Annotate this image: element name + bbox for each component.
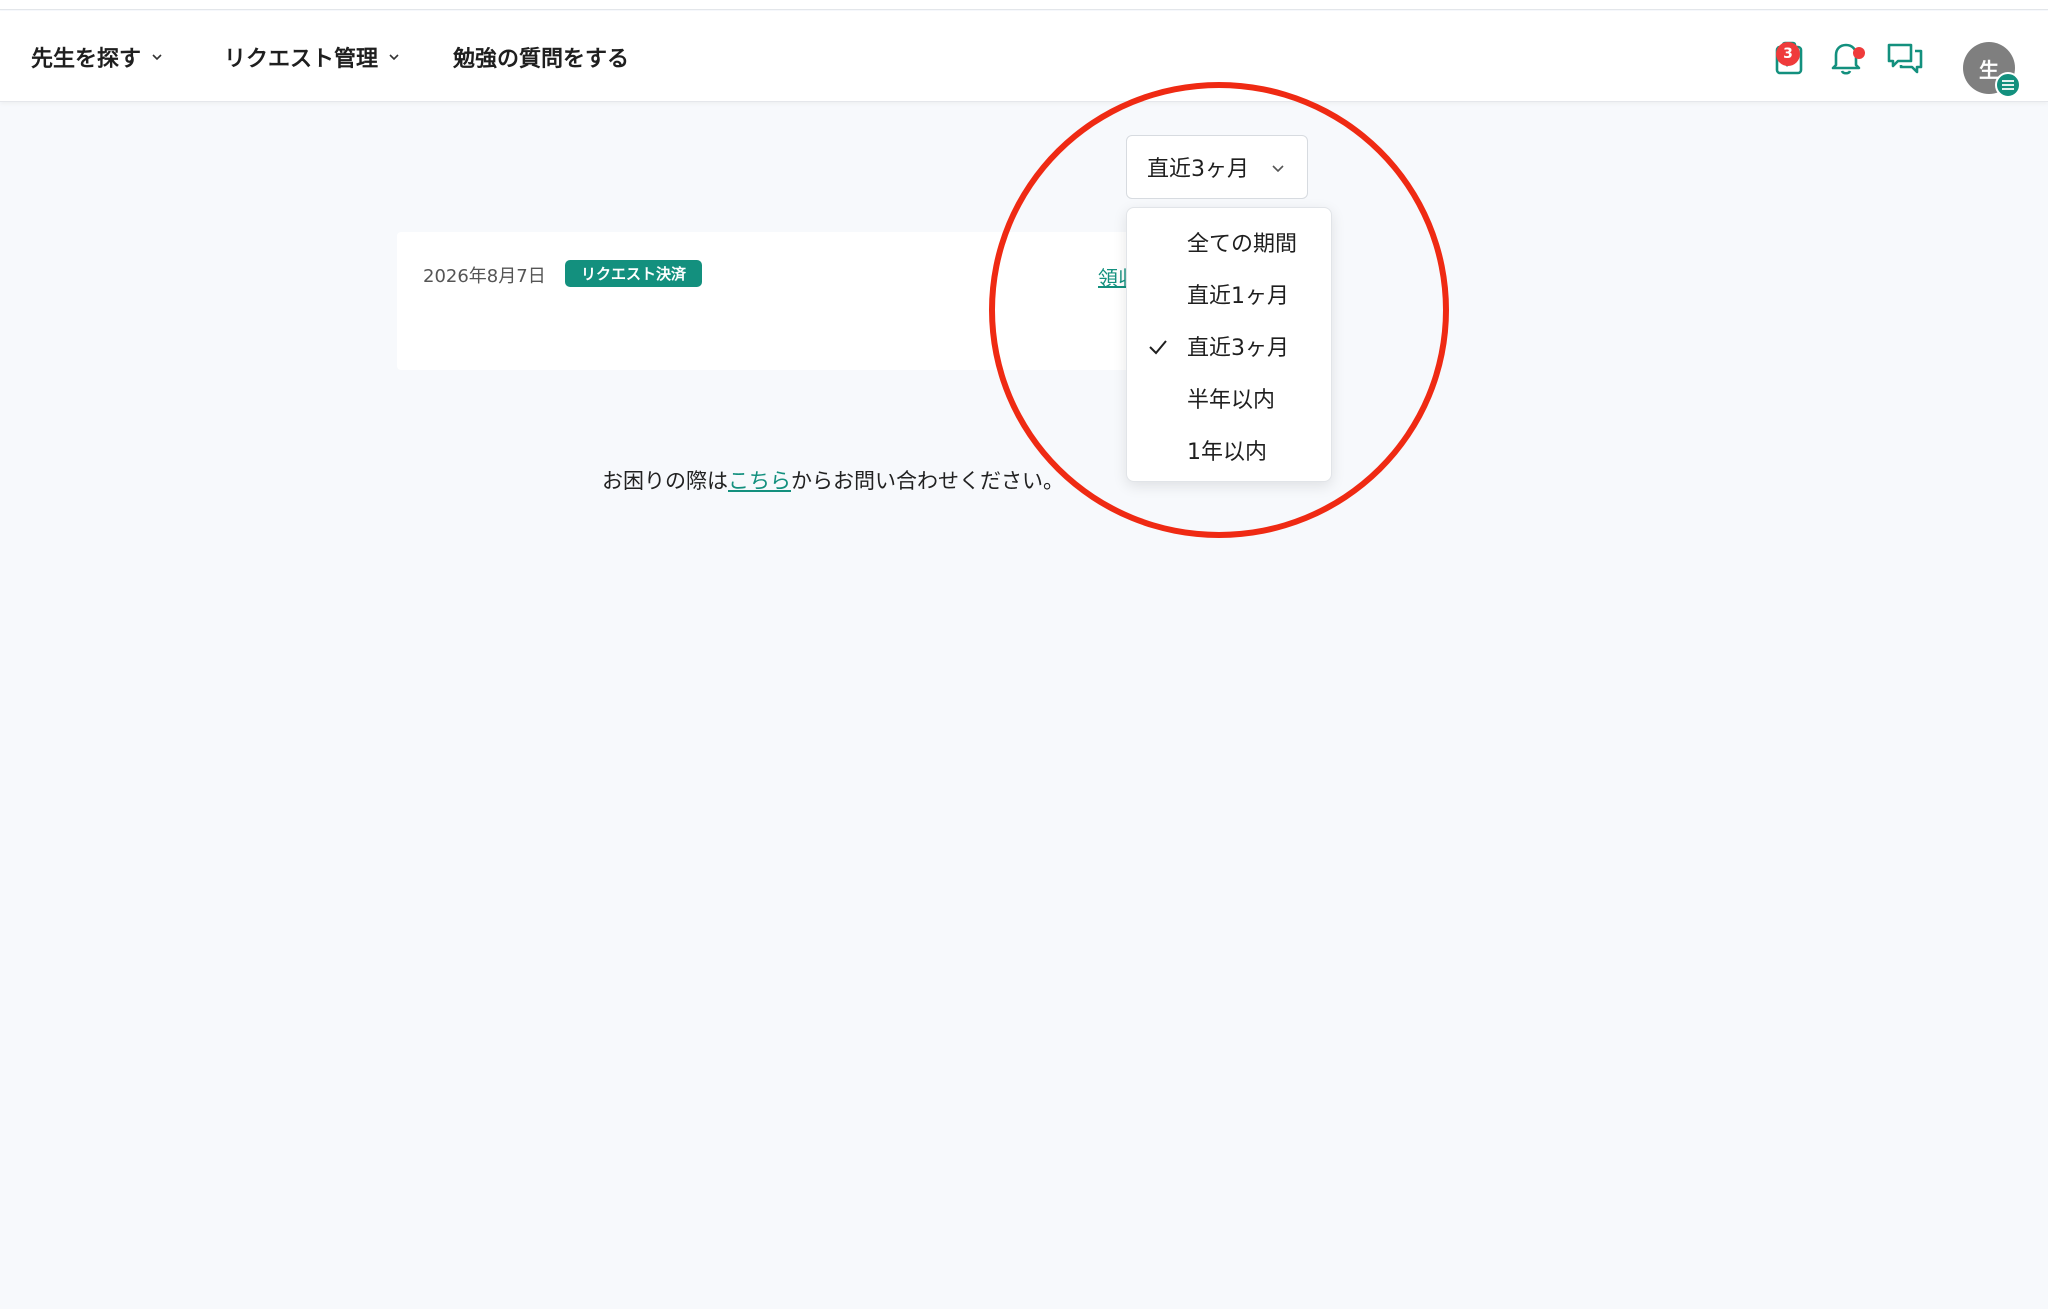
nav-request-management[interactable]: リクエスト管理 — [224, 11, 400, 102]
nav-ask-question[interactable]: 勉強の質問をする — [453, 11, 629, 102]
task-count-badge: 3 — [1776, 42, 1800, 66]
period-option-half-year[interactable]: 半年以内 — [1127, 374, 1331, 422]
nav-find-teacher[interactable]: 先生を探す — [31, 11, 163, 102]
checkmark-icon — [1149, 340, 1167, 355]
option-label: 全ての期間 — [1187, 232, 1298, 257]
option-label: 直近1ヶ月 — [1187, 284, 1289, 309]
period-option-all[interactable]: 全ての期間 — [1127, 218, 1331, 266]
header: 先生を探す リクエスト管理 勉強の質問をする 3 生 — [0, 11, 2048, 102]
contact-link[interactable]: こちら — [728, 469, 791, 493]
top-strip — [0, 0, 2048, 10]
chevron-down-icon — [152, 53, 162, 60]
option-label: 半年以内 — [1187, 388, 1276, 413]
chevron-down-icon — [1272, 165, 1284, 173]
history-date: 2026年8月7日 — [423, 266, 546, 287]
status-badge: リクエスト決済 — [565, 260, 703, 287]
period-option-3months[interactable]: 直近3ヶ月 — [1127, 322, 1331, 370]
period-select[interactable]: 直近3ヶ月 — [1126, 135, 1308, 199]
history-card: 2026年8月7日 リクエスト決済 領収 — [397, 232, 1157, 370]
menu-icon[interactable] — [1995, 72, 2021, 98]
chevron-down-icon — [389, 53, 399, 60]
receipt-link[interactable]: 領収 — [1098, 262, 1127, 291]
hamburger-icon — [2002, 80, 2014, 90]
help-suffix: からお問い合わせください。 — [791, 469, 1064, 493]
nav-label: 勉強の質問をする — [453, 46, 630, 72]
period-select-value: 直近3ヶ月 — [1147, 157, 1249, 182]
chat-icon[interactable] — [1885, 37, 1925, 77]
option-label: 直近3ヶ月 — [1187, 336, 1289, 361]
help-text: お困りの際はこちらからお問い合わせください。 — [602, 465, 1064, 495]
period-dropdown-menu: 全ての期間 直近1ヶ月 直近3ヶ月 半年以内 1年以内 — [1126, 207, 1332, 482]
period-option-1month[interactable]: 直近1ヶ月 — [1127, 270, 1331, 318]
help-prefix: お困りの際は — [602, 469, 728, 493]
option-label: 1年以内 — [1187, 440, 1267, 465]
period-option-1year[interactable]: 1年以内 — [1127, 426, 1331, 474]
nav-label: リクエスト管理 — [224, 46, 379, 72]
notification-dot — [1853, 47, 1865, 59]
nav-label: 先生を探す — [31, 46, 142, 72]
